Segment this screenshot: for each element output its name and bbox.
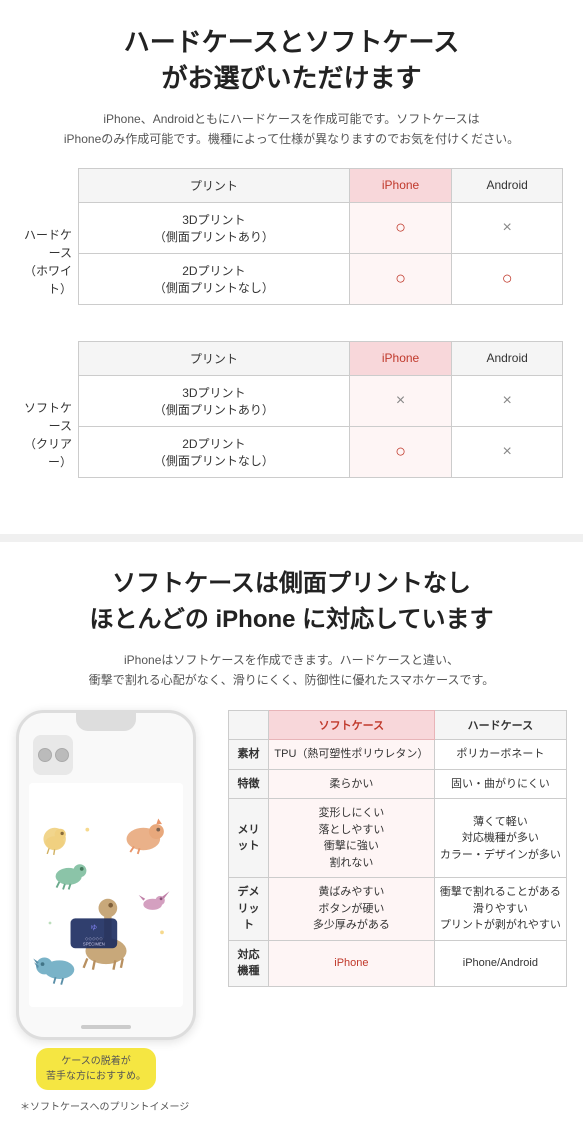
phone-mockup-side: ＊透過ではないイラストは背景色もプリント [16,710,216,1113]
comparison-table-side: ソフトケース ハードケース 素材 TPU（熱可塑性ポリウレタン） ポリカーボネー… [228,710,567,987]
soft-case-header: ソフトケース [269,711,435,740]
android-cell: ○ [452,253,563,304]
material-label: 素材 [229,740,269,770]
camera-lens [38,748,52,762]
phone-notch [76,713,136,731]
hard-case-table-wrapper: ハードケース（ホワイト） プリント iPhone Android 3Dプリント（… [20,168,563,321]
iphone-cell: ○ [349,202,452,253]
table-row: 2Dプリント（側面プリントなし） ○ × [79,426,563,477]
hard-feature: 固い・曲がりにくい [434,769,566,799]
section1: ハードケースとソフトケースがお選びいただけます iPhone、Androidとも… [0,0,583,534]
soft-compatible: iPhone [269,940,435,986]
col-print-header: プリント [79,168,350,202]
android-cell: × [452,375,563,426]
col-iphone-header-2: iPhone [349,341,452,375]
android-cell: × [452,426,563,477]
merit-label: メリット [229,799,269,878]
compare-table: ソフトケース ハードケース 素材 TPU（熱可塑性ポリウレタン） ポリカーボネー… [228,710,567,987]
table-row: メリット 変形しにくい落としやすい衝撃に強い割れない 薄くて軽い対応機種が多いカ… [229,799,567,878]
camera-bump [33,735,73,775]
print-type-cell: 3Dプリント（側面プリントあり） [79,375,350,426]
cross-mark: × [396,392,405,409]
col-print-header-2: プリント [79,341,350,375]
hard-material: ポリカーボネート [434,740,566,770]
table-row: 2Dプリント（側面プリントなし） ○ ○ [79,253,563,304]
android-cell: × [452,202,563,253]
cross-mark: × [502,219,511,236]
hard-case-header: ハードケース [434,711,566,740]
hard-merit: 薄くて軽い対応機種が多いカラー・デザインが多い [434,799,566,878]
iphone-cell: ○ [349,426,452,477]
phone-home-indicator [81,1025,131,1029]
table-row: 特徴 柔らかい 固い・曲がりにくい [229,769,567,799]
svg-text:◇◇◇◇◇: ◇◇◇◇◇ [85,936,103,941]
soft-merit: 変形しにくい落としやすい衝撃に強い割れない [269,799,435,878]
cross-mark: × [502,443,511,460]
hard-compatible: iPhone/Android [434,940,566,986]
print-type-cell: 3Dプリント（側面プリントあり） [79,202,350,253]
cross-mark: × [502,392,511,409]
circle-mark: ○ [395,217,406,237]
phone-screen: ＊透過ではないイラストは背景色もプリント [29,783,183,1007]
table-row: 対応機種 iPhone iPhone/Android [229,940,567,986]
soft-case-note: ＊ソフトケースへのプリントイメージ [16,1098,216,1113]
soft-case-row-label: ソフトケース（クリアー） [20,341,78,471]
hard-demerit: 衝撃で割れることがある滑りやすいプリントが剥がれやすい [434,878,566,941]
section-divider [0,534,583,542]
svg-text:ゆ: ゆ [91,924,98,932]
table-row: 3Dプリント（側面プリントあり） ○ × [79,202,563,253]
col-iphone-header-1: iPhone [349,168,452,202]
hard-case-table: プリント iPhone Android 3Dプリント（側面プリントあり） ○ ×… [78,168,563,305]
print-type-cell: 2Dプリント（側面プリントなし） [79,426,350,477]
col-android-header-1: Android [452,168,563,202]
phone-camera [33,735,77,779]
soft-case-table: プリント iPhone Android 3Dプリント（側面プリントあり） × ×… [78,341,563,478]
dino-illustration: ＊透過ではないイラストは背景色もプリント [29,783,183,1007]
circle-mark: ○ [502,268,513,288]
col-android-header-2: Android [452,341,563,375]
soft-demerit: 黄ばみやすいボタンが硬い多少厚みがある [269,878,435,941]
section2: ソフトケースは側面プリントなしほとんどの iPhone に対応しています iPh… [0,542,583,1133]
table-row: 3Dプリント（側面プリントあり） × × [79,375,563,426]
iphone-cell: ○ [349,253,452,304]
section1-description: iPhone、Androidともにハードケースを作成可能です。ソフトケースはiP… [20,109,563,150]
iphone-cell: × [349,375,452,426]
feature-label: 特徴 [229,769,269,799]
dino-svg: ゆ ◇◇◇◇◇ SPECIMEN [29,783,183,1007]
section2-description: iPhoneはソフトケースを作成できます。ハードケースと違い、衝撃で割れる心配が… [16,650,567,691]
print-type-cell: 2Dプリント（側面プリントなし） [79,253,350,304]
soft-feature: 柔らかい [269,769,435,799]
camera-lens [55,748,69,762]
table-row: デメリット 黄ばみやすいボタンが硬い多少厚みがある 衝撃で割れることがある滑りや… [229,878,567,941]
main-title-2: ソフトケースは側面プリントなしほとんどの iPhone に対応しています [16,566,567,638]
hard-case-row-label: ハードケース（ホワイト） [20,168,78,298]
bottom-comparison-area: ＊透過ではないイラストは背景色もプリント [16,710,567,1113]
table-row: 素材 TPU（熱可塑性ポリウレタン） ポリカーボネート [229,740,567,770]
phone-mockup: ＊透過ではないイラストは背景色もプリント [16,710,196,1040]
empty-header [229,711,269,740]
svg-text:SPECIMEN: SPECIMEN [83,942,105,947]
soft-case-table-wrapper: ソフトケース（クリアー） プリント iPhone Android 3Dプリント（… [20,341,563,494]
circle-mark: ○ [395,441,406,461]
circle-mark: ○ [395,268,406,288]
compatible-label: 対応機種 [229,940,269,986]
speech-balloon-container: ケースの脱着が苦手な方におすすめ。 [16,1040,216,1090]
demerit-label: デメリット [229,878,269,941]
soft-material: TPU（熱可塑性ポリウレタン） [269,740,435,770]
main-title-1: ハードケースとソフトケースがお選びいただけます [20,24,563,97]
speech-balloon: ケースの脱着が苦手な方におすすめ。 [36,1048,156,1090]
